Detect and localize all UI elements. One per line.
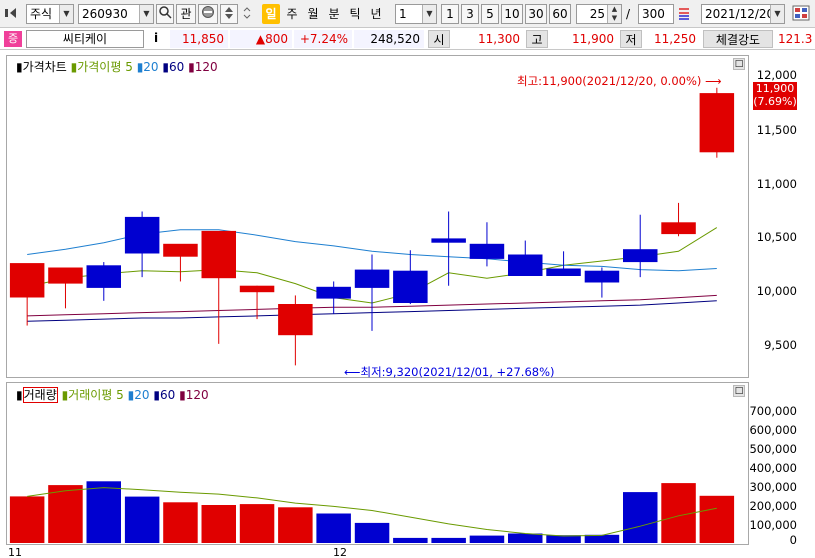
volume-tick-label: 500,000: [749, 442, 797, 456]
volume-ma120-label: 120: [185, 388, 209, 402]
candle-body: [393, 270, 428, 303]
high-annotation: 최고:11,900(2021/12/20, 0.00%) ⟶: [517, 73, 722, 89]
candle-body: [623, 249, 658, 263]
candle-body: [661, 222, 696, 235]
candle-body: [469, 243, 505, 259]
last-price-value: 11,900: [755, 82, 795, 95]
candle-body: [9, 263, 45, 298]
price-tick-label: 9,500: [764, 338, 797, 352]
low-annotation: ⟵최저:9,320(2021/12/01, +27.68%): [344, 364, 555, 380]
volume-ma60-label: 60: [159, 388, 176, 402]
volume-tick-label: 700,000: [749, 404, 797, 418]
volume-ma5-label: 5: [116, 388, 124, 402]
volume-tick-label: 100,000: [749, 518, 797, 532]
high-annotation-text: 최고:11,900(2021/12/20, 0.00%): [517, 74, 702, 88]
x-axis-label-dec: 12: [333, 546, 347, 558]
price-tick-label: 12,000: [756, 68, 797, 82]
candle-body: [354, 269, 390, 288]
candle-body: [584, 270, 620, 283]
last-price-pct: (7.69%): [753, 95, 797, 108]
arrow-right-icon: ⟶: [701, 74, 722, 88]
volume-ma-label: 거래이평: [68, 388, 113, 402]
price-tick-label: 10,000: [756, 284, 797, 298]
candle-body: [278, 304, 313, 336]
candle-body: [124, 216, 160, 254]
candle-body: [239, 285, 275, 293]
volume-chart-panel[interactable]: [6, 382, 749, 545]
candle-body: [508, 254, 543, 276]
candle-body: [201, 230, 236, 279]
low-annotation-text: 최저:9,320(2021/12/01, +27.68%): [360, 365, 555, 379]
x-axis-label-nov: 11: [8, 546, 22, 558]
arrow-left-icon: ⟵: [344, 365, 361, 379]
volume-tick-label: 300,000: [749, 480, 797, 494]
volume-tick-label: 400,000: [749, 461, 797, 475]
price-tick-label: 10,500: [756, 230, 797, 244]
maximize-icon[interactable]: □: [733, 385, 745, 397]
candle-body: [546, 268, 581, 276]
volume-legend: ▮거래량 ▮거래이평 5 ▮20 ▮60 ▮120: [16, 387, 209, 403]
price-tick-label: 11,500: [756, 123, 797, 137]
volume-tick-label: 0: [789, 533, 797, 547]
volume-tick-label: 200,000: [749, 499, 797, 513]
candle-body: [316, 286, 351, 299]
candle-body: [431, 238, 466, 243]
volume-legend-title: 거래량: [22, 387, 58, 403]
candle-body: [86, 265, 121, 288]
volume-ma20-label: 20: [134, 388, 150, 402]
price-tick-label: 11,000: [756, 177, 797, 191]
candle-body: [48, 267, 83, 284]
candle-body: [163, 243, 198, 257]
candle-body: [699, 93, 735, 153]
last-price-box: 11,900 (7.69%): [753, 82, 797, 110]
volume-tick-label: 600,000: [749, 423, 797, 437]
